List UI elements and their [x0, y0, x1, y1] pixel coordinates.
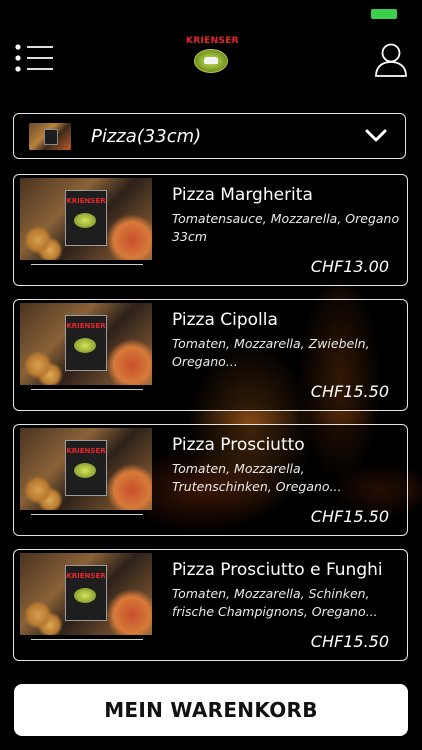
category-select[interactable]: Pizza(33cm)	[13, 113, 406, 159]
item-name: Pizza Prosciutto e Funghi	[172, 560, 383, 580]
menu-item[interactable]: KRIENSER Pizza Prosciutto Tomaten, Mozza…	[13, 424, 408, 536]
item-description: Tomaten, Mozzarella, Zwiebeln, Oregano..…	[172, 336, 370, 369]
menu-list-icon[interactable]	[15, 44, 55, 74]
user-icon[interactable]	[374, 42, 408, 78]
logo-text: KRIENSER	[186, 36, 239, 46]
divider	[31, 639, 143, 640]
item-price: CHF13.00	[310, 257, 389, 276]
cart-button[interactable]: MEIN WARENKORB	[14, 684, 408, 736]
item-image: KRIENSER	[20, 303, 152, 385]
chevron-down-icon[interactable]	[365, 128, 387, 144]
item-price: CHF15.50	[310, 632, 389, 651]
logo-emblem	[194, 49, 228, 73]
item-name: Pizza Prosciutto	[172, 435, 305, 455]
item-description: Tomatensauce, Mozzarella, Oregano 33cm	[172, 211, 400, 244]
category-label: Pizza(33cm)	[91, 125, 202, 147]
app-logo: KRIENSER	[186, 36, 239, 84]
item-name: Pizza Cipolla	[172, 310, 278, 330]
menu-item[interactable]: KRIENSER Pizza Margherita Tomatensauce, …	[13, 174, 408, 286]
battery-icon	[371, 9, 397, 19]
thumb-logo-text: KRIENSER	[66, 322, 106, 330]
divider	[31, 389, 143, 390]
item-price: CHF15.50	[310, 507, 389, 526]
thumb-logo-text: KRIENSER	[66, 447, 106, 455]
divider	[31, 514, 143, 515]
thumb-logo-text: KRIENSER	[66, 572, 106, 580]
item-name: Pizza Margherita	[172, 185, 313, 205]
divider	[31, 264, 143, 265]
item-description: Tomaten, Mozzarella, Schinken, frische C…	[172, 586, 378, 619]
menu-item[interactable]: KRIENSER Pizza Cipolla Tomaten, Mozzarel…	[13, 299, 408, 411]
item-image: KRIENSER	[20, 553, 152, 635]
menu-item[interactable]: KRIENSER Pizza Prosciutto e Funghi Tomat…	[13, 549, 408, 661]
item-image: KRIENSER	[20, 428, 152, 510]
item-price: CHF15.50	[310, 382, 389, 401]
category-thumbnail	[29, 122, 71, 150]
item-image: KRIENSER	[20, 178, 152, 260]
item-description: Tomaten, Mozzarella, Trutenschinken, Ore…	[172, 461, 342, 494]
thumb-logo-text: KRIENSER	[66, 197, 106, 205]
